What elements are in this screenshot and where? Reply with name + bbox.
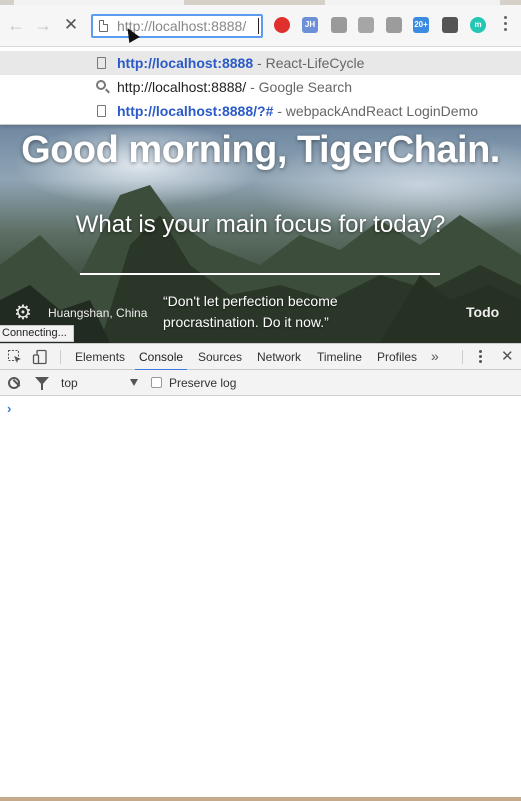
preserve-log-checkbox[interactable] (151, 377, 162, 388)
forward-button[interactable]: → (33, 15, 53, 35)
omnibox-suggestions: http://localhost:8888 - React-LifeCycle … (0, 49, 521, 125)
console-toolbar: top Preserve log (0, 370, 521, 396)
suggestion-url: http://localhost:8888 (117, 55, 254, 71)
tab-timeline[interactable]: Timeline (317, 344, 362, 370)
suggestion-desc: - Google Search (246, 79, 353, 95)
suggestion-item[interactable]: http://localhost:8888/ - Google Search (0, 75, 521, 99)
separator (60, 350, 61, 364)
devtools-tabbar: Elements Console Sources Network Timeline Pro… (0, 343, 521, 371)
globe-icon[interactable] (358, 17, 374, 33)
url-port: :8888/ (207, 18, 247, 34)
device-toolbar-icon[interactable] (32, 349, 48, 365)
jh-icon[interactable]: JH (302, 17, 318, 33)
browser-toolbar: ← → ✕ http://localhost:8888/ JH 20+ m (0, 5, 521, 47)
clear-console-icon[interactable] (8, 377, 20, 389)
qr-icon[interactable] (386, 17, 402, 33)
inspect-element-icon[interactable] (7, 349, 23, 365)
search-icon (96, 80, 106, 90)
browser-menu-button[interactable] (504, 16, 508, 34)
page-icon (97, 57, 106, 69)
tab-profiles[interactable]: Profiles (377, 344, 417, 370)
suggestion-item[interactable]: http://localhost:8888/?# - webpackAndRea… (0, 99, 521, 123)
tab-network[interactable]: Network (257, 344, 301, 370)
context-select[interactable]: top (61, 376, 141, 390)
shield-icon[interactable] (331, 17, 347, 33)
close-devtools-icon[interactable]: ✕ (501, 347, 514, 365)
adblock-icon[interactable] (274, 17, 290, 33)
chevron-down-icon[interactable] (130, 379, 138, 386)
filter-icon[interactable] (35, 377, 49, 390)
back-button[interactable]: ← (6, 15, 26, 35)
photo-location[interactable]: Huangshan, China (48, 306, 147, 320)
more-tabs-icon[interactable]: » (431, 348, 439, 364)
page-icon (97, 105, 106, 117)
tab-elements[interactable]: Elements (75, 344, 125, 370)
text-caret (258, 18, 259, 34)
suggestion-url: http://localhost:8888/ (117, 79, 247, 95)
address-bar[interactable]: http://localhost:8888/ (91, 14, 263, 38)
suggestion-desc: - webpackAndReact LoginDemo (273, 103, 479, 119)
focus-input[interactable] (80, 273, 440, 275)
daily-quote: “Don't let perfection become procrastina… (163, 293, 338, 330)
console-prompt-icon: › (7, 401, 12, 416)
suggestion-desc: - React-LifeCycle (253, 55, 365, 71)
greeting-heading: Good morning, TigerChain. (21, 129, 500, 171)
badge-icon[interactable]: 20+ (413, 17, 429, 33)
stop-loading-button[interactable]: ✕ (61, 15, 81, 35)
browser-window: { "toolbar": { "back_glyph": "←", "forwa… (0, 0, 521, 801)
separator (462, 350, 463, 364)
preserve-log-label[interactable]: Preserve log (169, 376, 236, 390)
suggestion-url: http://localhost:8888/?# (117, 103, 274, 119)
page-info-icon[interactable] (99, 20, 108, 32)
focus-question: What is your main focus for today? (75, 211, 446, 238)
momentum-page: Good morning, TigerChain. What is your m… (0, 125, 521, 343)
console-output[interactable]: › (0, 397, 521, 797)
tab-console[interactable]: Console (134, 344, 188, 371)
todo-button[interactable]: Todo (466, 304, 499, 320)
devtools-menu-icon[interactable] (479, 350, 482, 365)
status-bubble: Connecting... (0, 325, 74, 342)
m-icon[interactable]: m (470, 17, 486, 33)
suggestion-item[interactable]: http://localhost:8888 - React-LifeCycle (0, 51, 521, 75)
tab-sources[interactable]: Sources (198, 344, 242, 370)
ghost-icon[interactable] (442, 17, 458, 33)
window-bottom-strip (0, 797, 521, 801)
settings-gear-icon[interactable]: ⚙ (14, 303, 34, 323)
